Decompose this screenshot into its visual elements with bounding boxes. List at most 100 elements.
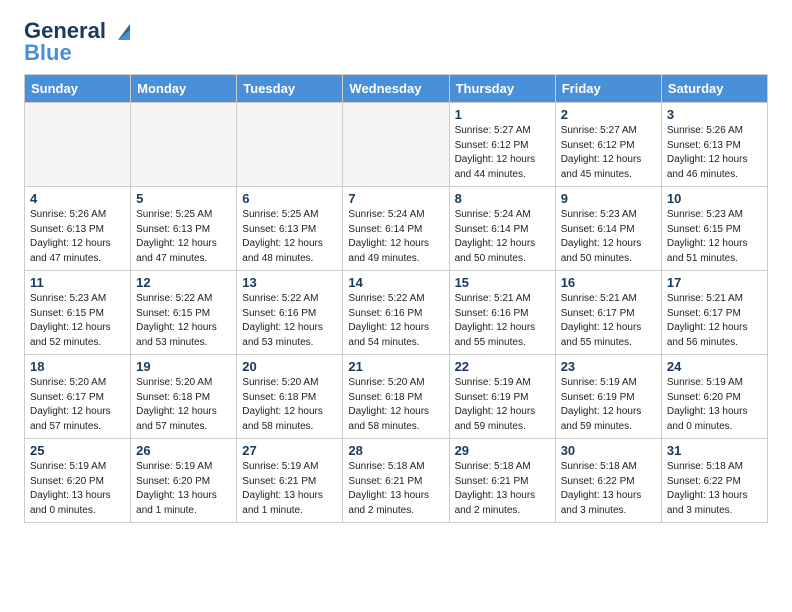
day-info: Sunrise: 5:26 AM Sunset: 6:13 PM Dayligh… [667,124,762,182]
day-number: 11 [30,275,125,290]
day-number: 7 [348,191,443,206]
day-number: 27 [242,443,337,458]
day-info: Sunrise: 5:20 AM Sunset: 6:18 PM Dayligh… [348,376,443,434]
calendar-cell: 19 Sunrise: 5:20 AM Sunset: 6:18 PM Dayli… [131,355,237,439]
day-info: Sunrise: 5:19 AM Sunset: 6:20 PM Dayligh… [136,460,231,518]
day-info: Sunrise: 5:23 AM Sunset: 6:15 PM Dayligh… [667,208,762,266]
day-number: 5 [136,191,231,206]
day-number: 12 [136,275,231,290]
day-number: 30 [561,443,656,458]
day-number: 18 [30,359,125,374]
calendar-cell: 29 Sunrise: 5:18 AM Sunset: 6:21 PM Dayli… [449,439,555,523]
calendar-cell: 27 Sunrise: 5:19 AM Sunset: 6:21 PM Dayli… [237,439,343,523]
day-number: 24 [667,359,762,374]
calendar-cell: 30 Sunrise: 5:18 AM Sunset: 6:22 PM Dayli… [555,439,661,523]
calendar-cell: 24 Sunrise: 5:19 AM Sunset: 6:20 PM Dayli… [661,355,767,439]
calendar-cell: 20Sunrise: 5:20 AM Sunset: 6:18 PM Dayli… [237,355,343,439]
day-info: Sunrise: 5:24 AM Sunset: 6:14 PM Dayligh… [455,208,550,266]
day-number: 23 [561,359,656,374]
calendar-cell [343,103,449,187]
day-number: 10 [667,191,762,206]
day-info: Sunrise: 5:18 AM Sunset: 6:22 PM Dayligh… [561,460,656,518]
day-number: 1 [455,107,550,122]
day-number: 6 [242,191,337,206]
calendar-cell: 14 Sunrise: 5:22 AM Sunset: 6:16 PM Dayli… [343,271,449,355]
day-number: 16 [561,275,656,290]
day-info: Sunrise: 5:22 AM Sunset: 6:16 PM Dayligh… [348,292,443,350]
day-number: 22 [455,359,550,374]
calendar-cell: 25Sunrise: 5:19 AM Sunset: 6:20 PM Dayli… [25,439,131,523]
day-number: 3 [667,107,762,122]
day-info: Sunrise: 5:19 AM Sunset: 6:20 PM Dayligh… [667,376,762,434]
day-info: Sunrise: 5:24 AM Sunset: 6:14 PM Dayligh… [348,208,443,266]
calendar-cell: 11 Sunrise: 5:23 AM Sunset: 6:15 PM Dayli… [25,271,131,355]
calendar-cell: 9 Sunrise: 5:23 AM Sunset: 6:14 PM Daylig… [555,187,661,271]
day-info: Sunrise: 5:19 AM Sunset: 6:19 PM Dayligh… [561,376,656,434]
calendar-cell [25,103,131,187]
day-number: 19 [136,359,231,374]
day-of-week-header: Wednesday [343,75,449,103]
day-number: 2 [561,107,656,122]
day-number: 14 [348,275,443,290]
calendar-cell [237,103,343,187]
day-info: Sunrise: 5:23 AM Sunset: 6:15 PM Dayligh… [30,292,125,350]
day-number: 8 [455,191,550,206]
day-info: Sunrise: 5:18 AM Sunset: 6:22 PM Dayligh… [667,460,762,518]
calendar-cell [131,103,237,187]
calendar-cell: 2 Sunrise: 5:27 AM Sunset: 6:12 PM Daylig… [555,103,661,187]
day-number: 25 [30,443,125,458]
day-info: Sunrise: 5:18 AM Sunset: 6:21 PM Dayligh… [455,460,550,518]
calendar-cell: 31 Sunrise: 5:18 AM Sunset: 6:22 PM Dayli… [661,439,767,523]
day-number: 28 [348,443,443,458]
day-info: Sunrise: 5:22 AM Sunset: 6:15 PM Dayligh… [136,292,231,350]
day-info: Sunrise: 5:20 AM Sunset: 6:17 PM Dayligh… [30,376,125,434]
calendar-cell: 3 Sunrise: 5:26 AM Sunset: 6:13 PM Daylig… [661,103,767,187]
calendar-cell: 16 Sunrise: 5:21 AM Sunset: 6:17 PM Dayli… [555,271,661,355]
calendar-cell: 10 Sunrise: 5:23 AM Sunset: 6:15 PM Dayli… [661,187,767,271]
day-info: Sunrise: 5:23 AM Sunset: 6:14 PM Dayligh… [561,208,656,266]
day-of-week-header: Monday [131,75,237,103]
day-number: 15 [455,275,550,290]
day-of-week-header: Tuesday [237,75,343,103]
day-of-week-header: Sunday [25,75,131,103]
day-info: Sunrise: 5:20 AM Sunset: 6:18 PM Dayligh… [242,376,337,434]
calendar-cell: 15 Sunrise: 5:21 AM Sunset: 6:16 PM Dayli… [449,271,555,355]
day-info: Sunrise: 5:22 AM Sunset: 6:16 PM Dayligh… [242,292,337,350]
day-info: Sunrise: 5:21 AM Sunset: 6:17 PM Dayligh… [667,292,762,350]
day-number: 13 [242,275,337,290]
day-info: Sunrise: 5:19 AM Sunset: 6:19 PM Dayligh… [455,376,550,434]
day-info: Sunrise: 5:21 AM Sunset: 6:16 PM Dayligh… [455,292,550,350]
day-info: Sunrise: 5:20 AM Sunset: 6:18 PM Dayligh… [136,376,231,434]
day-number: 21 [348,359,443,374]
day-of-week-header: Friday [555,75,661,103]
day-of-week-header: Thursday [449,75,555,103]
logo-icon [110,20,132,42]
day-info: Sunrise: 5:21 AM Sunset: 6:17 PM Dayligh… [561,292,656,350]
calendar-cell: 12 Sunrise: 5:22 AM Sunset: 6:15 PM Dayli… [131,271,237,355]
calendar-cell: 4 Sunrise: 5:26 AM Sunset: 6:13 PM Daylig… [25,187,131,271]
day-info: Sunrise: 5:25 AM Sunset: 6:13 PM Dayligh… [136,208,231,266]
day-number: 17 [667,275,762,290]
day-info: Sunrise: 5:27 AM Sunset: 6:12 PM Dayligh… [561,124,656,182]
day-info: Sunrise: 5:18 AM Sunset: 6:21 PM Dayligh… [348,460,443,518]
day-number: 4 [30,191,125,206]
calendar-cell: 5 Sunrise: 5:25 AM Sunset: 6:13 PM Daylig… [131,187,237,271]
calendar-cell: 21 Sunrise: 5:20 AM Sunset: 6:18 PM Dayli… [343,355,449,439]
day-info: Sunrise: 5:19 AM Sunset: 6:21 PM Dayligh… [242,460,337,518]
calendar-cell: 7 Sunrise: 5:24 AM Sunset: 6:14 PM Daylig… [343,187,449,271]
calendar-cell: 26 Sunrise: 5:19 AM Sunset: 6:20 PM Dayli… [131,439,237,523]
day-number: 26 [136,443,231,458]
calendar-cell: 13 Sunrise: 5:22 AM Sunset: 6:16 PM Dayli… [237,271,343,355]
day-number: 31 [667,443,762,458]
calendar-cell: 8 Sunrise: 5:24 AM Sunset: 6:14 PM Daylig… [449,187,555,271]
calendar-cell: 6Sunrise: 5:25 AM Sunset: 6:13 PM Daylig… [237,187,343,271]
calendar-cell: 22 Sunrise: 5:19 AM Sunset: 6:19 PM Dayli… [449,355,555,439]
calendar-cell: 28 Sunrise: 5:18 AM Sunset: 6:21 PM Dayli… [343,439,449,523]
day-number: 29 [455,443,550,458]
day-number: 9 [561,191,656,206]
day-of-week-header: Saturday [661,75,767,103]
day-info: Sunrise: 5:26 AM Sunset: 6:13 PM Dayligh… [30,208,125,266]
calendar-cell: 1 Sunrise: 5:27 AM Sunset: 6:12 PM Daylig… [449,103,555,187]
calendar-cell: 18 Sunrise: 5:20 AM Sunset: 6:17 PM Dayli… [25,355,131,439]
day-info: Sunrise: 5:27 AM Sunset: 6:12 PM Dayligh… [455,124,550,182]
